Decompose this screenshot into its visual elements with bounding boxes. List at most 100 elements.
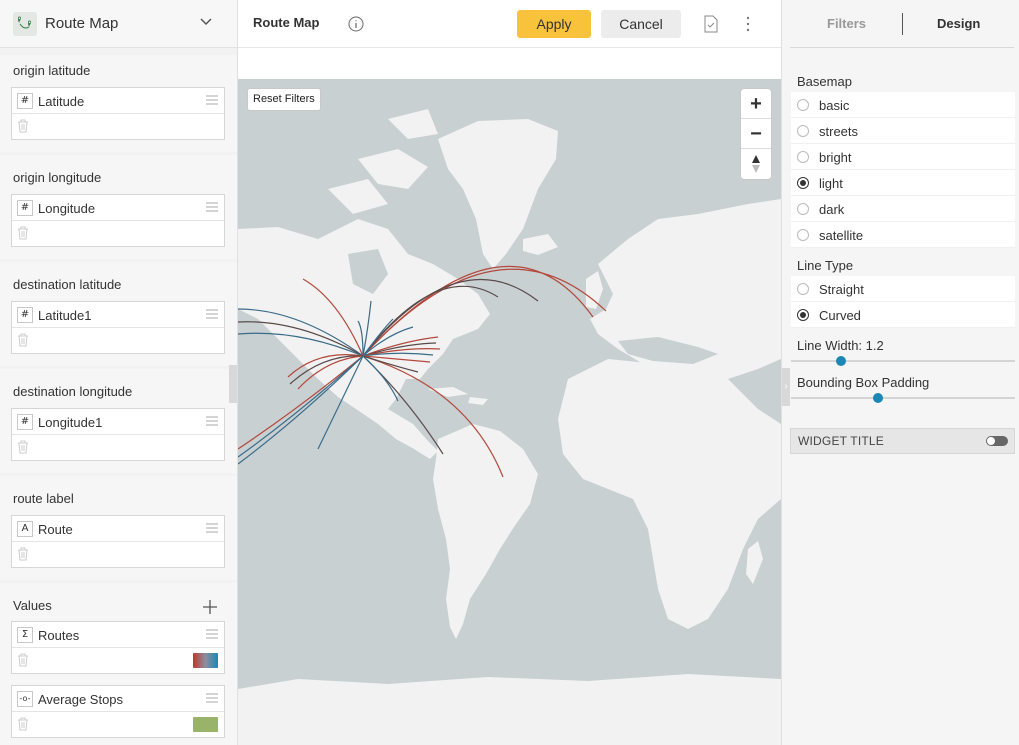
zoom-out-button[interactable]: − xyxy=(741,119,771,149)
trash-icon[interactable] xyxy=(17,440,29,454)
slider-track xyxy=(791,397,1015,399)
apply-button[interactable]: Apply xyxy=(517,10,591,38)
color-gradient-swatch[interactable] xyxy=(193,653,218,668)
field-name: Longitude1 xyxy=(38,415,103,430)
trash-icon[interactable] xyxy=(17,333,29,347)
radio-button[interactable] xyxy=(797,229,809,241)
basemap-option-dark[interactable]: dark xyxy=(791,196,1015,222)
drag-handle-icon[interactable] xyxy=(206,416,218,426)
tab-filters[interactable]: Filters xyxy=(827,16,866,31)
field-pill[interactable]: # Longitude xyxy=(11,194,225,247)
drag-handle-icon[interactable] xyxy=(206,309,218,319)
slider-knob[interactable] xyxy=(836,356,846,366)
drag-handle-icon[interactable] xyxy=(206,629,218,639)
field-pill[interactable]: # Longitude1 xyxy=(11,408,225,461)
section-label: destination latitude xyxy=(13,277,122,292)
numeric-type-icon: # xyxy=(17,414,33,430)
chevron-down-icon[interactable] xyxy=(199,14,213,28)
basemap-option-streets[interactable]: streets xyxy=(791,118,1015,144)
right-settings-panel: › Filters Design Basemap basic streets b… xyxy=(781,0,1019,745)
option-label: bright xyxy=(819,150,852,165)
option-label: Curved xyxy=(819,308,861,323)
field-name: Average Stops xyxy=(38,692,124,707)
line-type-radio-group: Straight Curved xyxy=(791,276,1015,328)
zoom-in-button[interactable]: + xyxy=(741,89,771,119)
line-width-label: Line Width: 1.2 xyxy=(797,338,884,353)
tab-divider xyxy=(902,13,903,35)
collapse-left-handle[interactable] xyxy=(229,365,237,403)
widget-title-label: WIDGET TITLE xyxy=(798,434,884,448)
field-name: Latitude1 xyxy=(38,308,92,323)
basemap-option-light[interactable]: light xyxy=(791,170,1015,196)
madagascar-shape xyxy=(746,541,763,584)
cancel-button[interactable]: Cancel xyxy=(601,10,681,38)
route-map-widget-icon xyxy=(13,12,37,36)
option-label: dark xyxy=(819,202,845,217)
drag-handle-icon[interactable] xyxy=(206,693,218,703)
value-pill-average-stops[interactable]: -o- Average Stops xyxy=(11,685,225,738)
more-options-icon[interactable] xyxy=(746,16,750,32)
basemap-radio-group: basic streets bright light dark satellit… xyxy=(791,92,1015,248)
info-icon[interactable] xyxy=(348,16,364,32)
widget-selector[interactable]: Route Map xyxy=(0,0,237,48)
drag-handle-icon[interactable] xyxy=(206,95,218,105)
section-destination-latitude: destination latitude # Latitude1 xyxy=(0,262,237,366)
basemap-option-bright[interactable]: bright xyxy=(791,144,1015,170)
widget-title: Route Map xyxy=(253,15,320,30)
line-type-option-straight[interactable]: Straight xyxy=(791,276,1015,302)
section-route-label: route label A Route xyxy=(0,476,237,580)
slider-knob[interactable] xyxy=(873,393,883,403)
compass-button[interactable] xyxy=(741,149,771,179)
field-pill[interactable]: # Latitude1 xyxy=(11,301,225,354)
compass-icon xyxy=(752,155,760,173)
line-width-slider[interactable] xyxy=(791,356,1015,366)
widget-title-toggle[interactable] xyxy=(986,436,1008,446)
color-swatch[interactable] xyxy=(193,717,218,732)
radio-button-selected[interactable] xyxy=(797,177,809,189)
antarctica-shape xyxy=(238,674,781,745)
tab-design[interactable]: Design xyxy=(937,16,980,31)
document-check-icon[interactable] xyxy=(704,15,718,33)
value-pill-routes[interactable]: Σ Routes xyxy=(11,621,225,674)
text-type-icon: A xyxy=(17,521,33,537)
basemap-option-basic[interactable]: basic xyxy=(791,92,1015,118)
trash-icon[interactable] xyxy=(17,547,29,561)
bounding-box-padding-slider[interactable] xyxy=(791,393,1015,403)
trash-icon[interactable] xyxy=(17,226,29,240)
trash-icon[interactable] xyxy=(17,653,29,667)
trash-icon[interactable] xyxy=(17,119,29,133)
radio-button[interactable] xyxy=(797,125,809,137)
radio-button[interactable] xyxy=(797,99,809,111)
option-label: streets xyxy=(819,124,859,139)
field-name: Latitude xyxy=(38,94,85,109)
section-label: route label xyxy=(13,491,74,506)
section-origin-latitude: origin latitude # Latitude xyxy=(0,55,237,152)
reset-filters-button[interactable]: Reset Filters xyxy=(247,88,321,111)
south-america-shape xyxy=(433,424,538,639)
radio-button[interactable] xyxy=(797,151,809,163)
numeric-type-icon: # xyxy=(17,93,33,109)
radio-button[interactable] xyxy=(797,283,809,295)
line-type-option-curved[interactable]: Curved xyxy=(791,302,1015,328)
basemap-label: Basemap xyxy=(797,74,852,89)
radio-button-selected[interactable] xyxy=(797,309,809,321)
left-config-panel: Route Map origin latitude # Latitude ori… xyxy=(0,0,238,745)
radio-button[interactable] xyxy=(797,203,809,215)
section-destination-longitude: destination longitude # Longitude1 xyxy=(0,369,237,473)
bounding-box-padding-label: Bounding Box Padding xyxy=(797,375,930,390)
route-map-canvas[interactable]: Reset Filters + − xyxy=(238,79,781,745)
add-value-icon[interactable] xyxy=(203,600,217,614)
africa-shape xyxy=(558,359,781,629)
field-pill[interactable]: A Route xyxy=(11,515,225,568)
drag-handle-icon[interactable] xyxy=(206,202,218,212)
collapse-right-handle[interactable]: › xyxy=(782,368,790,406)
trash-icon[interactable] xyxy=(17,717,29,731)
numeric-type-icon: # xyxy=(17,307,33,323)
field-pill[interactable]: # Latitude xyxy=(11,87,225,140)
option-label: basic xyxy=(819,98,850,113)
drag-handle-icon[interactable] xyxy=(206,523,218,533)
section-label: origin longitude xyxy=(13,170,102,185)
uk-shape xyxy=(586,271,603,309)
option-label: satellite xyxy=(819,228,864,243)
basemap-option-satellite[interactable]: satellite xyxy=(791,222,1015,248)
